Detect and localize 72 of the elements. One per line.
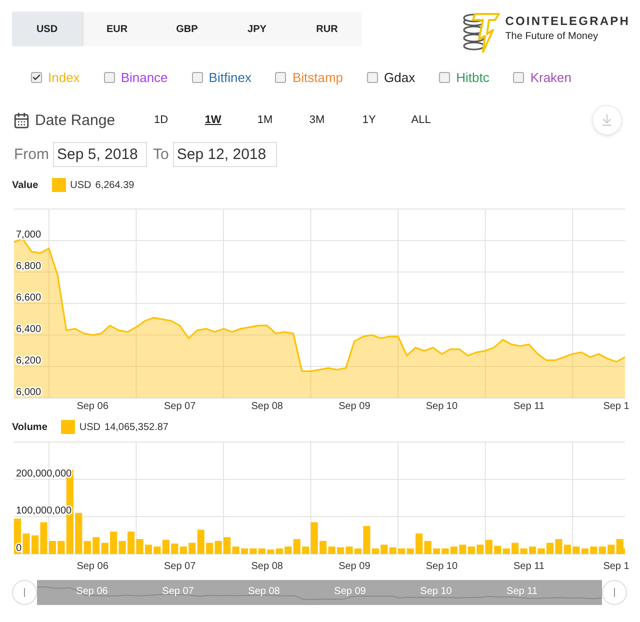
checkbox[interactable] bbox=[275, 72, 286, 82]
navigator-label: Sep 07 bbox=[162, 586, 194, 597]
exchange-label: Gdax bbox=[384, 70, 416, 84]
range-button[interactable]: 1W bbox=[187, 114, 240, 126]
to-label: To bbox=[153, 146, 169, 162]
legend-currency: USD bbox=[79, 422, 101, 432]
from-date-field[interactable]: Sep 5, 2018 bbox=[53, 142, 147, 166]
navigator-label: Sep 10 bbox=[420, 586, 452, 597]
range-handle[interactable] bbox=[12, 580, 37, 605]
axis-label: Sep 11 bbox=[514, 401, 544, 412]
checkbox[interactable] bbox=[31, 72, 42, 82]
currency-tab[interactable]: GBP bbox=[152, 12, 222, 46]
download-icon bbox=[600, 113, 614, 127]
download-button[interactable] bbox=[592, 105, 622, 135]
checkbox[interactable] bbox=[367, 72, 378, 82]
legend-currency: USD bbox=[70, 180, 92, 190]
currency-tab[interactable]: JPY bbox=[222, 12, 292, 46]
axis-label: Sep 09 bbox=[338, 561, 370, 572]
currency-tab[interactable]: USD bbox=[12, 12, 82, 46]
range-button[interactable]: 1D bbox=[135, 114, 188, 126]
range-button[interactable]: 3M bbox=[291, 114, 344, 126]
axis-label: Sep 10 bbox=[426, 561, 458, 572]
date-range-label: Date Range bbox=[35, 112, 116, 128]
range-button[interactable]: ALL bbox=[395, 114, 448, 126]
range-button[interactable]: 1Y bbox=[343, 114, 396, 126]
axis-label: Sep 1 bbox=[603, 561, 630, 572]
axis-label: 6,800 bbox=[16, 261, 42, 272]
brand-name: COINTELEGRAPH bbox=[505, 14, 630, 28]
axis-label: Sep 09 bbox=[338, 401, 370, 412]
navigator-label: Sep 11 bbox=[506, 586, 538, 597]
range-handle[interactable] bbox=[602, 580, 627, 605]
axis-label: 6,600 bbox=[16, 292, 42, 304]
calendar-icon bbox=[13, 112, 30, 128]
navigator-label: Sep 06 bbox=[76, 586, 108, 597]
exchange-label: Hitbtc bbox=[456, 70, 490, 84]
axis-label: Sep 06 bbox=[76, 401, 108, 412]
checkbox[interactable] bbox=[439, 72, 450, 82]
exchange-label: Index bbox=[48, 70, 80, 84]
currency-tab[interactable]: EUR bbox=[82, 12, 152, 46]
navigator-label: Sep 08 bbox=[248, 586, 280, 597]
checkbox[interactable] bbox=[513, 72, 524, 82]
legend-value: 6,264.39 bbox=[95, 180, 134, 190]
legend-swatch bbox=[52, 178, 66, 192]
axis-label: Sep 08 bbox=[251, 401, 283, 412]
navigator-label: Sep 09 bbox=[334, 586, 366, 597]
exchange-label: Binance bbox=[120, 70, 168, 84]
legend-swatch bbox=[61, 420, 76, 434]
brand-tagline: The Future of Money bbox=[505, 31, 600, 42]
axis-label: Sep 11 bbox=[514, 561, 544, 572]
chart-title: Volume bbox=[12, 422, 48, 432]
checkbox[interactable] bbox=[192, 72, 203, 82]
logo-icon bbox=[461, 10, 502, 54]
range-button[interactable]: 1M bbox=[239, 114, 292, 126]
checkbox[interactable] bbox=[104, 72, 115, 82]
axis-label: 6,000 bbox=[16, 387, 42, 398]
exchange-label: Bitfinex bbox=[208, 70, 252, 84]
from-label: From bbox=[14, 146, 49, 162]
axis-label: 6,400 bbox=[16, 324, 42, 335]
axis-label: Sep 06 bbox=[76, 561, 108, 572]
exchange-label: Bitstamp bbox=[292, 70, 344, 84]
axis-label: Sep 07 bbox=[164, 401, 196, 412]
exchange-label: Kraken bbox=[530, 70, 572, 84]
legend-value: 14,065,352.87 bbox=[104, 422, 168, 432]
chart-title: Value bbox=[12, 180, 38, 190]
axis-label: Sep 07 bbox=[164, 561, 196, 572]
currency-tab[interactable]: RUR bbox=[292, 12, 362, 46]
axis-label: Sep 10 bbox=[426, 401, 458, 412]
to-date-field[interactable]: Sep 12, 2018 bbox=[172, 142, 277, 166]
axis-label: 7,000 bbox=[16, 230, 42, 240]
axis-label: 6,200 bbox=[16, 356, 42, 366]
axis-label: Sep 08 bbox=[251, 561, 283, 572]
axis-label: Sep 1 bbox=[603, 401, 630, 412]
